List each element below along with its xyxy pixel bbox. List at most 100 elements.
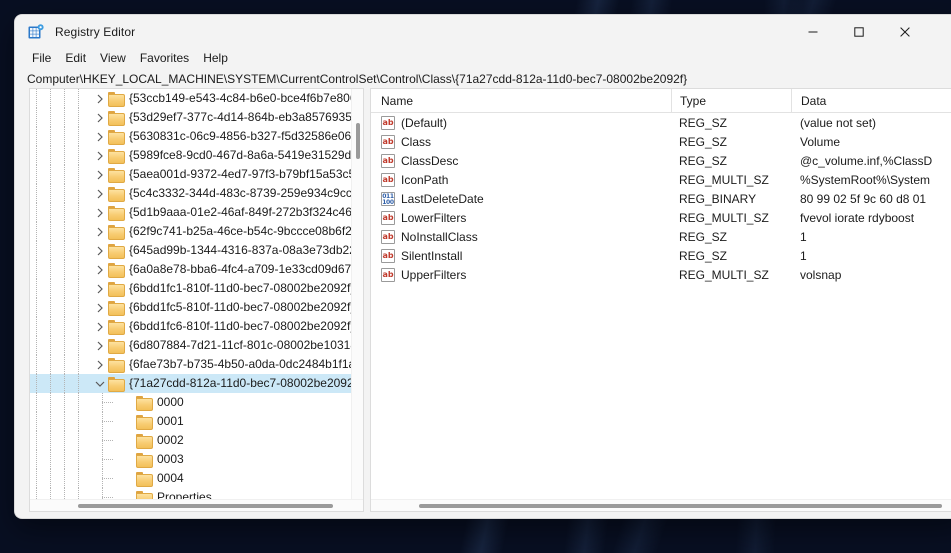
- tree-guide-line: [78, 203, 79, 222]
- chevron-right-icon[interactable]: [92, 336, 108, 355]
- values-row[interactable]: ab LowerFilters REG_MULTI_SZ fvevol iorate …: [371, 208, 951, 227]
- chevron-right-icon[interactable]: [92, 355, 108, 374]
- values-cell-name: ab SilentInstall: [371, 248, 671, 263]
- menu-item-help[interactable]: Help: [196, 49, 235, 68]
- title-bar[interactable]: Registry Editor: [15, 15, 951, 48]
- tree-item[interactable]: {6bdd1fc6-810f-11d0-bec7-08002be2092f}: [30, 317, 363, 336]
- tree-leaf-spacer: [120, 488, 136, 499]
- maximize-button[interactable]: [836, 15, 882, 48]
- tree-item[interactable]: {5630831c-06c9-4856-b327-f5d32586e060}: [30, 127, 363, 146]
- values-row[interactable]: ab SilentInstall REG_SZ 1: [371, 246, 951, 265]
- tree-item[interactable]: {6bdd1fc1-810f-11d0-bec7-08002be2092f}: [30, 279, 363, 298]
- tree-guide-line: [64, 184, 65, 203]
- tree-item-label: {5aea001d-9372-4ed7-97f3-b79bf15a53c5}: [129, 167, 360, 181]
- tree-item[interactable]: {62f9c741-b25a-46ce-b54c-9bccce08b6f2}: [30, 222, 363, 241]
- tree-item[interactable]: {53ccb149-e543-4c84-b6e0-bce4f6b7e806}: [30, 89, 363, 108]
- tree-guide-line: [78, 469, 79, 488]
- tree-guide-line: [78, 279, 79, 298]
- tree-item[interactable]: {6a0a8e78-bba6-4fc4-a709-1e33cd09d67e}: [30, 260, 363, 279]
- values-cell-data: 80 99 02 5f 9c 60 d8 01: [800, 191, 927, 206]
- tree-vertical-scroll-thumb[interactable]: [356, 123, 360, 159]
- tree-guide-line: [78, 336, 79, 355]
- values-row[interactable]: ab ClassDesc REG_SZ @c_volume.inf,%ClassD: [371, 151, 951, 170]
- close-button[interactable]: [882, 15, 928, 48]
- values-row[interactable]: ab UpperFilters REG_MULTI_SZ volsnap: [371, 265, 951, 284]
- values-cell-name: ab Class: [371, 134, 671, 149]
- tree-item[interactable]: {6bdd1fc5-810f-11d0-bec7-08002be2092f}: [30, 298, 363, 317]
- chevron-right-icon[interactable]: [92, 127, 108, 146]
- tree-item[interactable]: {5c4c3332-344d-483c-8739-259e934c9cc8}: [30, 184, 363, 203]
- tree-guide-line: [50, 431, 51, 450]
- values-cell-type: REG_BINARY: [679, 191, 757, 206]
- chevron-right-icon[interactable]: [92, 184, 108, 203]
- chevron-right-icon[interactable]: [92, 241, 108, 260]
- chevron-right-icon[interactable]: [92, 317, 108, 336]
- tree-item-label: 0004: [157, 471, 184, 485]
- chevron-right-icon[interactable]: [92, 260, 108, 279]
- tree-item[interactable]: {645ad99b-1344-4316-837a-08a3e73db222}: [30, 241, 363, 260]
- values-cell-data: 1: [800, 229, 807, 244]
- menu-item-edit[interactable]: Edit: [58, 49, 93, 68]
- tree-item[interactable]: {5aea001d-9372-4ed7-97f3-b79bf15a53c5}: [30, 165, 363, 184]
- values-cell-data: Volume: [800, 134, 841, 149]
- tree-item[interactable]: {5d1b9aaa-01e2-46af-849f-272b3f324c46}: [30, 203, 363, 222]
- folder-icon: [136, 434, 153, 449]
- menu-item-file[interactable]: File: [25, 49, 58, 68]
- values-horizontal-scroll-thumb[interactable]: [419, 504, 942, 508]
- tree-guide-line: [36, 298, 37, 317]
- chevron-right-icon[interactable]: [92, 222, 108, 241]
- values-row[interactable]: ab NoInstallClass REG_SZ 1: [371, 227, 951, 246]
- menu-item-view[interactable]: View: [93, 49, 133, 68]
- tree-guide-line: [36, 488, 37, 499]
- tree-guide-line: [78, 108, 79, 127]
- values-row[interactable]: 011 100 LastDeleteDate REG_BINARY 80 99 02 5…: [371, 189, 951, 208]
- values-cell-type: REG_MULTI_SZ: [679, 210, 769, 225]
- tree-item[interactable]: 0002: [30, 431, 363, 450]
- tree-item[interactable]: {6d807884-7d21-11cf-801c-08002be10318}: [30, 336, 363, 355]
- address-bar[interactable]: Computer\HKEY_LOCAL_MACHINE\SYSTEM\Curre…: [15, 69, 951, 88]
- tree-item-label: 0002: [157, 433, 184, 447]
- tree-item[interactable]: 0000: [30, 393, 363, 412]
- tree-leaf-spacer: [120, 431, 136, 450]
- column-header-type[interactable]: Type: [671, 89, 791, 113]
- tree-item[interactable]: {5989fce8-9cd0-467d-8a6a-5419e31529d4}: [30, 146, 363, 165]
- tree-item[interactable]: 0003: [30, 450, 363, 469]
- values-horizontal-scrollbar[interactable]: [371, 499, 951, 511]
- column-header-name[interactable]: Name: [371, 94, 671, 108]
- tree-item[interactable]: {6fae73b7-b735-4b50-a0da-0dc2484b1f1a}: [30, 355, 363, 374]
- tree-vertical-scrollbar[interactable]: [351, 89, 363, 499]
- tree-horizontal-scrollbar[interactable]: [30, 499, 363, 511]
- tree-guide-line: [36, 260, 37, 279]
- chevron-right-icon[interactable]: [92, 108, 108, 127]
- values-row[interactable]: ab (Default) REG_SZ (value not set): [371, 113, 951, 132]
- minimize-button[interactable]: [790, 15, 836, 48]
- values-row[interactable]: ab IconPath REG_MULTI_SZ %SystemRoot%\Syste…: [371, 170, 951, 189]
- values-cell-data: 1: [800, 248, 807, 263]
- values-row[interactable]: ab Class REG_SZ Volume: [371, 132, 951, 151]
- tree-guide-line: [64, 203, 65, 222]
- column-header-data[interactable]: Data: [791, 89, 951, 113]
- tree-item[interactable]: 0001: [30, 412, 363, 431]
- string-value-icon: ab: [381, 172, 395, 187]
- chevron-right-icon[interactable]: [92, 279, 108, 298]
- folder-icon: [108, 187, 125, 202]
- tree-horizontal-scroll-thumb[interactable]: [78, 504, 333, 508]
- chevron-right-icon[interactable]: [92, 203, 108, 222]
- tree-item[interactable]: {53d29ef7-377c-4d14-864b-eb3a85769359}: [30, 108, 363, 127]
- chevron-right-icon[interactable]: [92, 165, 108, 184]
- tree-item[interactable]: Properties: [30, 488, 363, 499]
- chevron-right-icon[interactable]: [92, 146, 108, 165]
- tree-item[interactable]: 0004: [30, 469, 363, 488]
- chevron-right-icon[interactable]: [92, 89, 108, 108]
- values-column-header: Name Type Data: [371, 89, 951, 113]
- values-list[interactable]: ab (Default) REG_SZ (value not set) ab Class R…: [371, 113, 951, 284]
- registry-tree[interactable]: {53ccb149-e543-4c84-b6e0-bce4f6b7e806} {5…: [30, 89, 363, 499]
- folder-icon: [108, 282, 125, 297]
- tree-connector-line: [102, 459, 113, 460]
- chevron-right-icon[interactable]: [92, 298, 108, 317]
- menu-item-favorites[interactable]: Favorites: [133, 49, 196, 68]
- tree-item-selected[interactable]: {71a27cdd-812a-11d0-bec7-08002be2092f}: [30, 374, 363, 393]
- tree-guide-line: [78, 412, 79, 431]
- chevron-down-icon[interactable]: [92, 374, 108, 393]
